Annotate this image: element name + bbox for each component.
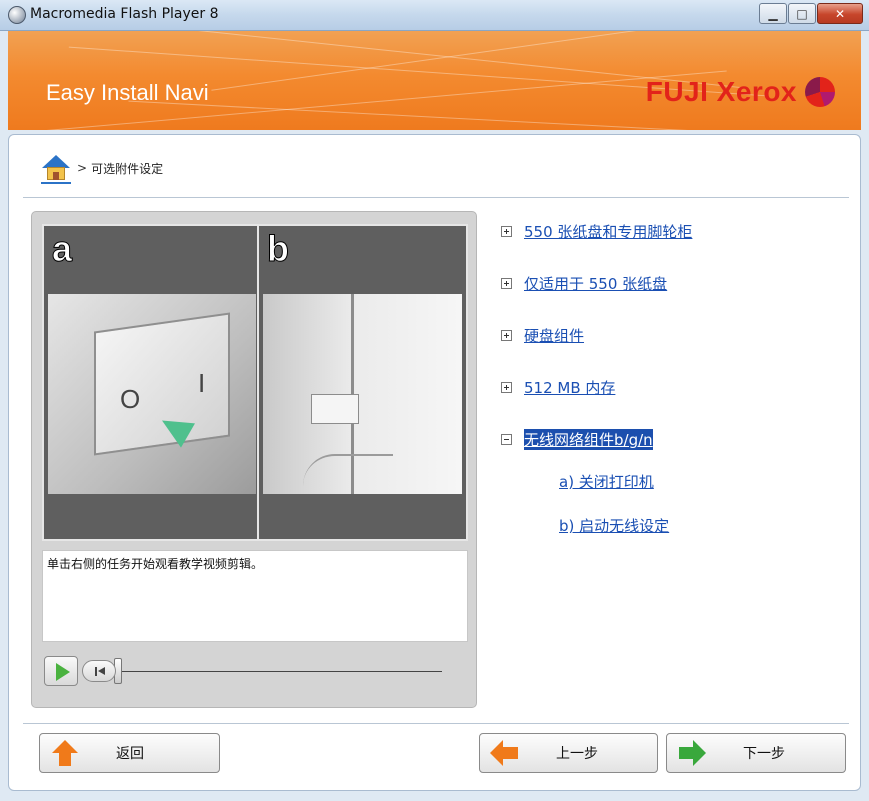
rewind-button[interactable] — [82, 660, 116, 682]
right-arrow-icon — [677, 740, 707, 766]
frame-label-a: a — [51, 228, 73, 270]
back-button[interactable]: 返回 — [39, 733, 220, 773]
app-title: Easy Install Navi — [46, 80, 209, 105]
next-button[interactable]: 下一步 — [666, 733, 846, 773]
menu-item-label[interactable]: 512 MB 内存 — [524, 377, 615, 398]
window-controls: ▁ □ ✕ — [758, 3, 863, 24]
collapse-icon[interactable] — [501, 434, 512, 445]
home-icon[interactable] — [41, 155, 71, 184]
video-frame-b: b — [257, 224, 468, 541]
menu-item-wireless[interactable]: 无线网络组件b/g/n — [501, 429, 653, 450]
video-player: a O I b 单击右侧的任务开始观看教学视频剪辑。 — [31, 211, 477, 708]
video-caption: 单击右侧的任务开始观看教学视频剪辑。 — [47, 557, 264, 571]
expand-icon[interactable] — [501, 278, 512, 289]
previous-button-label: 上一步 — [556, 746, 598, 762]
power-switch-image: O I — [48, 294, 256, 494]
breadcrumb: > 可选附件设定 — [41, 155, 164, 184]
previous-button[interactable]: 上一步 — [479, 733, 658, 773]
main-panel: > 可选附件设定 a O I b 单击右侧的任务开始观看教学视频剪辑。 550 … — [8, 134, 861, 791]
printer-side-image — [263, 294, 462, 494]
menu-item-label[interactable]: 550 张纸盘和专用脚轮柜 — [524, 221, 692, 242]
video-frame-a: a O I — [42, 224, 262, 541]
menu-item-550-tray[interactable]: 仅适用于 550 张纸盘 — [501, 273, 667, 294]
brand-logo: FUJI Xerox — [646, 76, 835, 108]
xerox-sphere-icon — [805, 77, 835, 107]
breadcrumb-separator: > — [77, 161, 88, 175]
menu-item-hard-disk[interactable]: 硬盘组件 — [501, 325, 584, 346]
subitem-turn-off-printer[interactable]: a) 关闭打印机 — [559, 471, 654, 492]
flash-player-icon — [8, 6, 26, 24]
divider — [23, 723, 849, 724]
menu-item-label[interactable]: 硬盘组件 — [524, 325, 584, 346]
rewind-icon — [98, 667, 105, 675]
divider — [23, 197, 849, 198]
breadcrumb-current: 可选附件设定 — [91, 161, 164, 176]
maximize-button[interactable]: □ — [788, 3, 816, 24]
next-button-label: 下一步 — [743, 746, 785, 762]
playback-controls — [44, 656, 442, 686]
subitem-start-wireless-setup[interactable]: b) 启动无线设定 — [559, 515, 669, 536]
caption-area: 单击右侧的任务开始观看教学视频剪辑。 — [42, 550, 468, 642]
expand-icon[interactable] — [501, 330, 512, 341]
brand-name: FUJI Xerox — [645, 76, 797, 107]
switch-on-symbol: I — [198, 368, 206, 398]
close-button[interactable]: ✕ — [817, 3, 863, 24]
window-title: Macromedia Flash Player 8 — [30, 6, 219, 22]
switch-off-symbol: O — [120, 384, 141, 414]
frame-label-b: b — [267, 228, 290, 270]
expand-icon[interactable] — [501, 382, 512, 393]
title-bar: Macromedia Flash Player 8 ▁ □ ✕ — [0, 0, 869, 31]
menu-item-label[interactable]: 仅适用于 550 张纸盘 — [524, 273, 667, 294]
play-icon — [56, 663, 70, 681]
header-banner: Easy Install Navi FUJI Xerox — [8, 31, 861, 130]
menu-item-label[interactable]: 无线网络组件b/g/n — [524, 429, 653, 450]
minimize-button[interactable]: ▁ — [759, 3, 787, 24]
left-arrow-icon — [490, 740, 520, 766]
play-button[interactable] — [44, 656, 78, 686]
expand-icon[interactable] — [501, 226, 512, 237]
menu-item-550-tray-cabinet[interactable]: 550 张纸盘和专用脚轮柜 — [501, 221, 692, 242]
return-arrow-icon — [50, 740, 80, 766]
menu-item-memory[interactable]: 512 MB 内存 — [501, 377, 615, 398]
back-button-label: 返回 — [116, 746, 144, 762]
seek-slider-track[interactable] — [122, 670, 442, 672]
